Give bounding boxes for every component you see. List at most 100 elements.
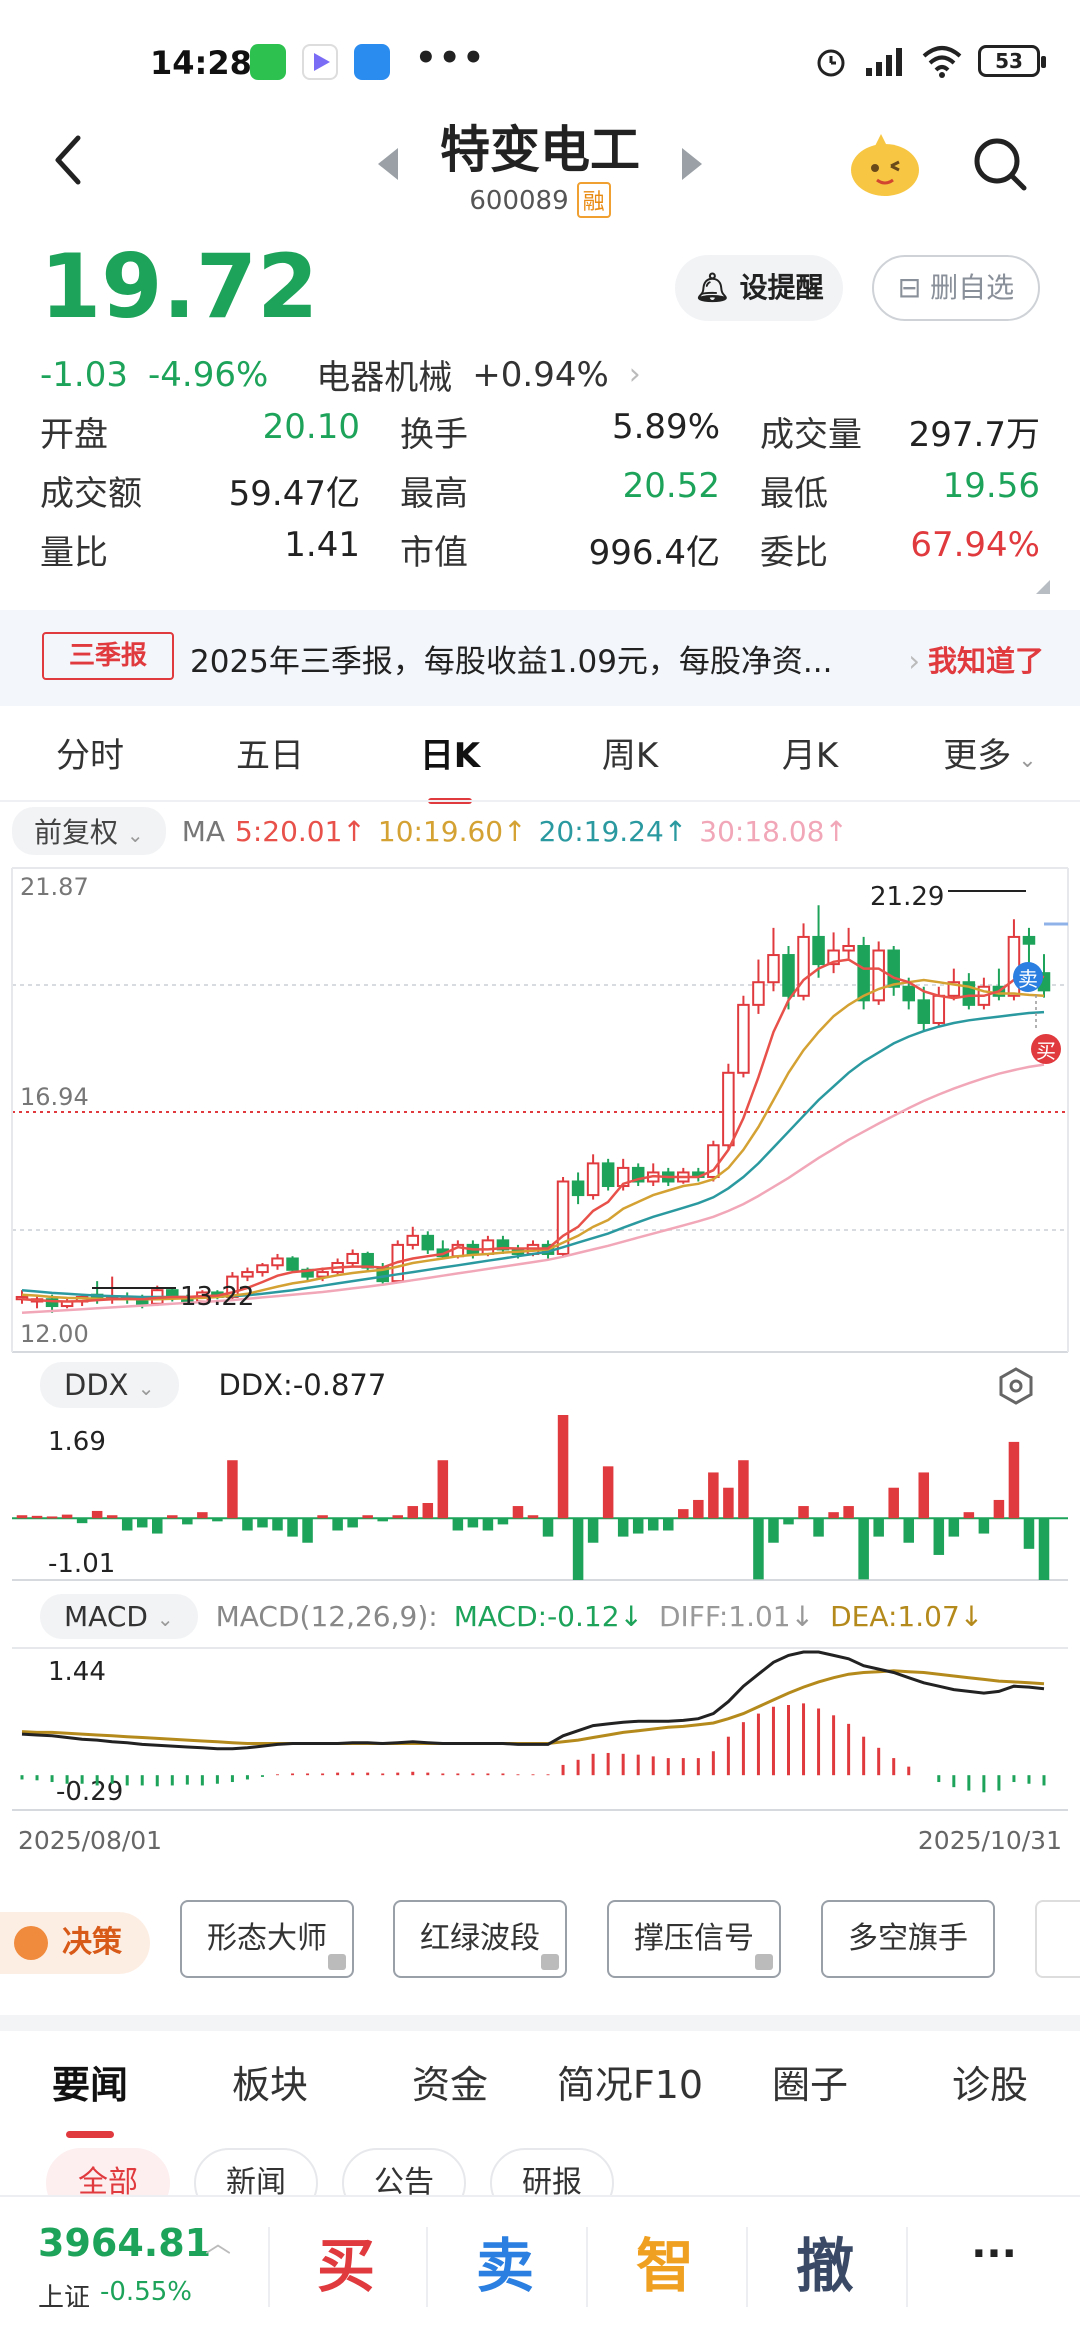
tool-red-green-band[interactable]: 红绿波段: [393, 1900, 567, 1978]
candle-body: [722, 1071, 735, 1147]
status-time: 14:28: [150, 44, 252, 82]
set-alert-button[interactable]: 🔔︎ 设提醒: [675, 255, 843, 321]
tab-chart-period[interactable]: 更多 ⌄: [900, 716, 1080, 806]
macd-params: MACD(12,26,9):: [215, 1600, 438, 1633]
tab-news[interactable]: 资金: [360, 2040, 540, 2140]
tab-news[interactable]: 简况F10: [540, 2040, 720, 2140]
divider: [586, 2227, 588, 2307]
stats-row: 成交额 59.47亿 最高 20.52 最低 19.56: [40, 461, 1040, 520]
tab-news[interactable]: 板块: [180, 2040, 360, 2140]
tab-chart-period[interactable]: 周K: [540, 716, 720, 806]
tab-news[interactable]: 诊股: [900, 2040, 1080, 2140]
stock-header: 特变电工 600089 融: [0, 110, 1080, 230]
ddx-indicator-select[interactable]: DDX ⌄: [40, 1362, 179, 1408]
tab-chart-period[interactable]: 五日: [180, 716, 360, 806]
sell-button[interactable]: 卖: [455, 2219, 555, 2303]
candle-body: [812, 935, 825, 966]
ddx-bar: [678, 1509, 689, 1519]
chevron-up-icon[interactable]: ︿: [205, 2223, 231, 2260]
ddx-bar: [106, 1515, 118, 1519]
remove-watchlist-button[interactable]: ⊟ 删自选: [872, 255, 1040, 321]
tab-chart-period[interactable]: 分时: [0, 716, 180, 806]
ma10-value: 10:19.60↑: [377, 814, 527, 848]
next-stock-arrow-icon[interactable]: [682, 148, 702, 180]
candle-body: [932, 994, 946, 1024]
report-notice[interactable]: 三季报 2025年三季报，每股收益1.09元，每股净资... › 我知道了: [0, 610, 1080, 706]
diff-line: [21, 1650, 1045, 1751]
sector-name[interactable]: 电器机械: [316, 350, 452, 399]
notice-text[interactable]: 2025年三季报，每股收益1.09元，每股净资...: [190, 636, 832, 681]
tab-label: 分时: [56, 736, 124, 776]
mascot-icon[interactable]: [845, 130, 925, 200]
index-value[interactable]: 3964.81: [38, 2221, 211, 2265]
tool-more-partial[interactable]: [1035, 1900, 1080, 1978]
chevron-right-icon[interactable]: ›: [629, 357, 641, 392]
ddx-bar: [422, 1503, 434, 1519]
more-menu-button[interactable]: ···: [944, 2231, 1044, 2277]
tab-chart-period[interactable]: 月K: [720, 716, 900, 806]
tool-support-resistance[interactable]: 撑压信号: [607, 1900, 781, 1978]
stats-row: 量比 1.41 市值 996.4亿 委比 67.94%: [40, 520, 1040, 579]
ddx-bar: [302, 1518, 313, 1543]
tab-news[interactable]: 要闻: [0, 2040, 180, 2140]
stat-value: 19.56: [942, 466, 1040, 506]
tab-news[interactable]: 圈子: [720, 2040, 900, 2140]
ddx-bar: [693, 1499, 704, 1519]
wallet-app-icon: [354, 44, 390, 80]
ddx-bar: [182, 1518, 193, 1525]
stat-value: 59.47亿: [228, 474, 360, 514]
kline-chart-area[interactable]: 21.87 16.94 12.00 21.29 13.22 卖 买 1.69 -…: [0, 856, 1080, 1866]
video-app-icon: [302, 44, 338, 80]
candle-body: [256, 1264, 269, 1274]
adjust-mode-label: 前复权: [34, 816, 119, 849]
ddx-bar: [227, 1460, 238, 1519]
ddx-bar: [858, 1518, 869, 1580]
tool-bull-bear-flag[interactable]: 多空旗手: [821, 1900, 995, 1978]
sector-change[interactable]: +0.94%: [472, 355, 609, 395]
cancel-order-button[interactable]: 撤: [775, 2219, 875, 2303]
candle-body: [586, 1162, 600, 1197]
ddx-bar: [362, 1515, 373, 1519]
wifi-icon: [922, 46, 962, 78]
ddx-bar: [467, 1518, 479, 1528]
candle-body: [286, 1257, 299, 1271]
ddx-bar: [978, 1518, 990, 1534]
index-name: 上证: [38, 2283, 91, 2313]
stat-cell: 换手 5.89%: [400, 407, 760, 456]
macd-legend-row: MACD ⌄ MACD(12,26,9): MACD:-0.12↓ DIFF:1…: [40, 1594, 983, 1639]
buy-button[interactable]: 买: [296, 2219, 396, 2303]
ddx-bar: [918, 1472, 930, 1519]
expand-corner-icon[interactable]: [1036, 580, 1050, 594]
smart-button[interactable]: 智: [615, 2219, 715, 2303]
candle-body: [737, 1003, 750, 1074]
hd-signal-icon: [866, 48, 902, 76]
status-bar: 14:28 ••• 53: [0, 0, 1080, 120]
candle-body: [887, 949, 900, 988]
ddx-bar: [617, 1518, 629, 1537]
macd-pill-label: MACD: [64, 1600, 148, 1633]
tool-pattern-master[interactable]: 形态大师: [180, 1900, 354, 1978]
candle-body: [752, 981, 765, 1006]
macd-indicator-select[interactable]: MACD ⌄: [40, 1594, 198, 1639]
search-icon[interactable]: [970, 134, 1030, 194]
settings-hexagon-icon[interactable]: [996, 1366, 1036, 1406]
tab-chart-period[interactable]: 日K: [360, 716, 540, 806]
stat-value: 297.7万: [908, 415, 1040, 455]
ddx-bar: [91, 1510, 103, 1519]
ddx-bar: [497, 1518, 509, 1525]
ddx-bar: [377, 1518, 388, 1522]
ddx-bar: [512, 1506, 524, 1519]
status-right: 53: [814, 44, 1046, 78]
adjust-mode-select[interactable]: 前复权 ⌄: [12, 807, 166, 855]
stat-value: 996.4亿: [588, 533, 720, 573]
tab-label: 周K: [601, 736, 659, 776]
stat-cell: 成交额 59.47亿: [40, 466, 400, 515]
decision-button[interactable]: 决策: [0, 1912, 150, 1974]
ma30-line: [21, 1063, 1045, 1315]
ddx-bar: [347, 1518, 358, 1528]
chevron-down-icon: ⌄: [1011, 748, 1037, 773]
notice-ack-button[interactable]: › 我知道了: [908, 638, 1044, 680]
ddx-bar: [482, 1518, 494, 1531]
stat-label: 最高: [400, 474, 468, 514]
stat-label: 量比: [40, 533, 108, 573]
